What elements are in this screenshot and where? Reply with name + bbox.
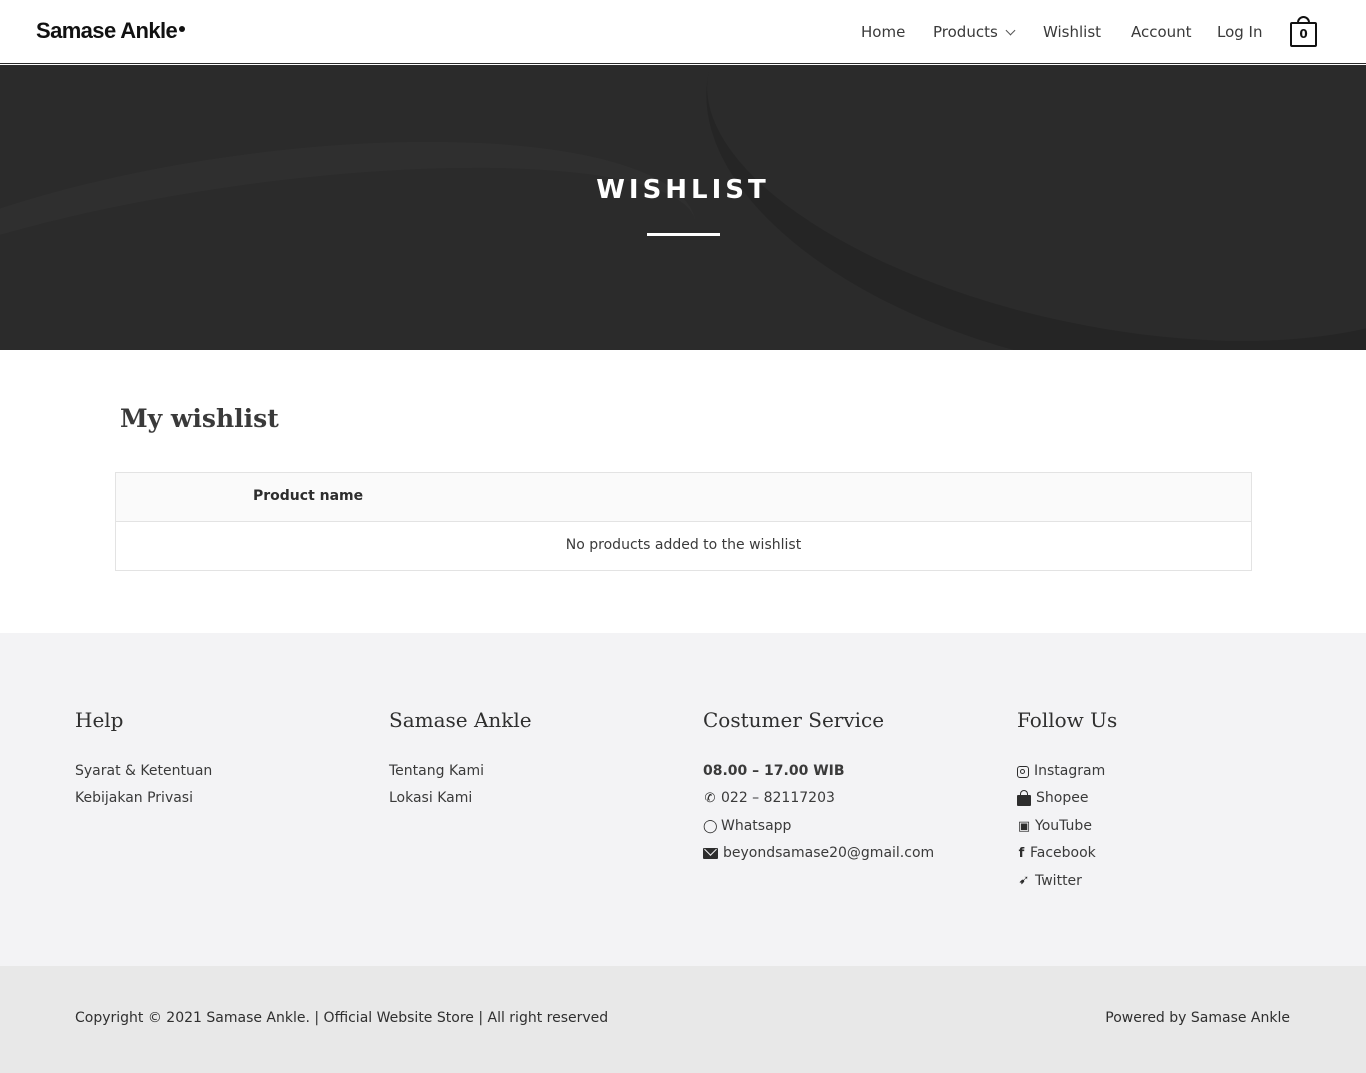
phone-link[interactable]: ✆ 022 – 82117203 [703,785,934,812]
email-address: beyondsamase20@gmail.com [723,845,935,862]
footer-bottom-bar: Copyright © 2021 Samase Ankle. | Officia… [0,966,1366,1073]
footer-follow-column: Follow Us Instagram Shopee ▣ YouTube f Fac… [1017,705,1117,895]
instagram-link[interactable]: Instagram [1017,758,1117,785]
site-header: Samase Ankle Home Products Wishlist Acco… [0,0,1366,64]
shopee-bag-icon [1017,790,1031,807]
facebook-link[interactable]: f Facebook [1017,840,1117,867]
shopee-label: Shopee [1036,790,1089,807]
cart-button[interactable]: 0 [1290,16,1317,47]
twitter-link[interactable]: ➹ Twitter [1017,868,1117,895]
envelope-icon [703,848,718,860]
cart-count: 0 [1299,27,1308,41]
page-hero: WISHLIST [0,65,1366,350]
wishlist-table: Product name No products added to the wi… [115,472,1252,571]
empty-wishlist-message: No products added to the wishlist [565,537,802,553]
hero-background-shape [0,94,714,350]
footer-service-column: Costumer Service 08.00 – 17.00 WIB ✆ 022 … [703,705,934,868]
footer-service-heading: Costumer Service [703,708,885,732]
whatsapp-label: Whatsapp [721,817,792,834]
chevron-down-icon [1005,25,1016,36]
column-header-product-name: Product name [253,488,364,504]
logo-text: Samase Ankle [36,18,178,43]
email-link[interactable]: beyondsamase20@gmail.com [703,840,934,867]
table-header: Product name [116,473,1251,522]
facebook-icon: f [1018,845,1025,861]
powered-by-text: Powered by Samase Ankle [1105,1010,1290,1026]
youtube-link[interactable]: ▣ YouTube [1017,813,1117,840]
shopee-link[interactable]: Shopee [1017,785,1117,812]
link-location[interactable]: Lokasi Kami [389,785,532,812]
nav-wishlist[interactable]: Wishlist [1043,0,1101,64]
nav-products[interactable]: Products [933,0,1016,64]
nav-home[interactable]: Home [861,0,905,64]
instagram-label: Instagram [1034,763,1106,779]
link-about[interactable]: Tentang Kami [389,758,532,785]
service-hours: 08.00 – 17.00 WIB [703,763,845,779]
whatsapp-icon: ◯ [703,818,718,834]
site-logo[interactable]: Samase Ankle [36,17,186,45]
footer-brand-heading: Samase Ankle [389,708,532,732]
wishlist-title: My wishlist [120,404,279,433]
footer-follow-heading: Follow Us [1017,708,1118,732]
whatsapp-link[interactable]: ◯ Whatsapp [703,813,934,840]
phone-number: 022 – 82117203 [721,790,835,807]
site-footer: Help Syarat & Ketentuan Kebijakan Privas… [0,633,1366,966]
facebook-label: Facebook [1030,845,1096,862]
nav-login[interactable]: Log In [1217,0,1263,64]
footer-help-heading: Help [75,708,124,732]
instagram-icon [1017,765,1029,778]
youtube-label: YouTube [1035,817,1092,834]
footer-help-column: Help Syarat & Ketentuan Kebijakan Privas… [75,705,212,813]
link-terms[interactable]: Syarat & Ketentuan [75,758,212,785]
copyright-text: Copyright © 2021 Samase Ankle. | Officia… [75,1010,609,1026]
twitter-icon: ➹ [1018,873,1030,889]
title-underline [647,233,720,236]
twitter-label: Twitter [1035,872,1082,889]
hero-background-shape [665,65,1366,350]
phone-icon: ✆ [704,791,716,807]
nav-account[interactable]: Account [1131,0,1192,64]
youtube-icon: ▣ [1017,818,1031,834]
page-title: WISHLIST [596,175,770,205]
link-privacy[interactable]: Kebijakan Privasi [75,785,212,812]
logo-dot [179,26,186,32]
nav-products-label: Products [933,23,998,41]
footer-brand-column: Samase Ankle Tentang Kami Lokasi Kami [389,705,532,813]
